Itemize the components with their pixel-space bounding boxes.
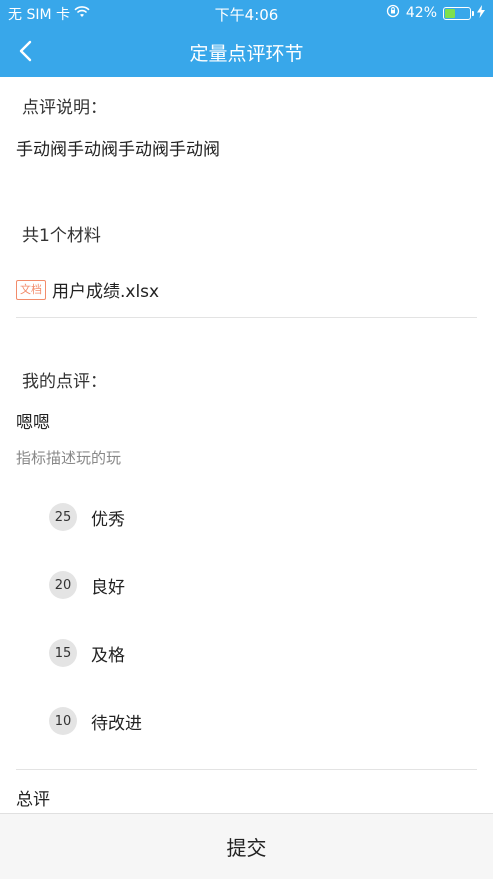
page-title: 定量点评环节 <box>189 43 304 65</box>
score-badge: 10 <box>49 707 77 735</box>
option-needs-improvement[interactable]: 10 待改进 <box>49 707 142 735</box>
option-label: 待改进 <box>91 713 142 734</box>
submit-button[interactable]: 提交 <box>0 813 493 879</box>
orientation-lock-icon <box>386 4 400 22</box>
my-review-label: 我的点评： <box>22 372 107 392</box>
status-bar: 无 SIM 卡 下午4:06 42% <box>0 0 493 26</box>
divider <box>16 317 477 318</box>
option-label: 优秀 <box>91 509 125 530</box>
nav-bar: 定量点评环节 <box>0 26 493 77</box>
description-text: 手动阀手动阀手动阀手动阀 <box>16 140 220 160</box>
summary-label: 总评 <box>16 790 50 810</box>
attachment-name: 用户成绩.xlsx <box>52 282 160 302</box>
review-text: 嗯嗯 <box>16 413 50 433</box>
score-badge: 25 <box>49 503 77 531</box>
score-badge: 15 <box>49 639 77 667</box>
attachment-item[interactable]: 文档 用户成绩.xlsx <box>16 277 159 302</box>
indicator-description: 指标描述玩的玩 <box>16 449 122 467</box>
document-badge: 文档 <box>16 279 46 300</box>
battery-percent: 42% <box>405 5 437 21</box>
description-label: 点评说明： <box>22 98 107 118</box>
materials-count: 共1个材料 <box>22 226 101 246</box>
option-label: 及格 <box>91 645 125 666</box>
battery-icon <box>443 6 474 20</box>
score-badge: 20 <box>49 571 77 599</box>
charging-icon <box>477 4 485 22</box>
option-label: 良好 <box>91 577 125 598</box>
option-good[interactable]: 20 良好 <box>49 571 125 599</box>
option-excellent[interactable]: 25 优秀 <box>49 503 125 531</box>
submit-label: 提交 <box>226 836 267 860</box>
option-pass[interactable]: 15 及格 <box>49 639 125 667</box>
divider <box>16 769 477 770</box>
header: 无 SIM 卡 下午4:06 42% 定量点评环节 <box>0 0 493 77</box>
